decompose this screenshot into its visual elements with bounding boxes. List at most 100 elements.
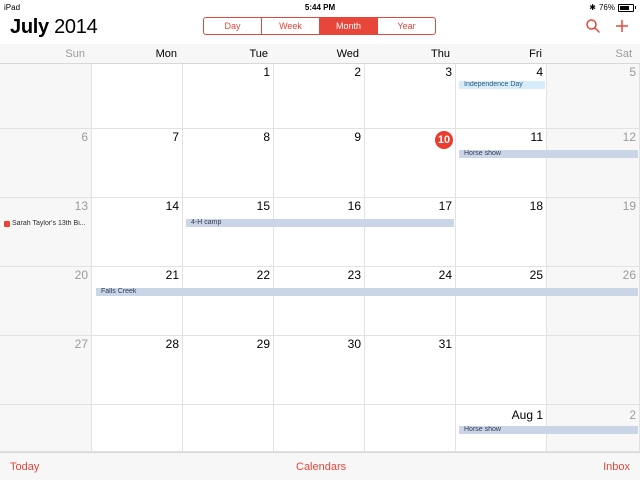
- battery-fill: [620, 5, 629, 10]
- day-number: 8: [263, 130, 270, 144]
- day-number: 2: [354, 65, 361, 79]
- calendars-button[interactable]: Calendars: [296, 461, 346, 473]
- event-horse-show[interactable]: Horse show: [459, 426, 638, 434]
- day-cell[interactable]: 13: [0, 198, 92, 267]
- day-cell[interactable]: 15: [183, 198, 274, 267]
- day-cell[interactable]: 16: [274, 198, 365, 267]
- day-cell[interactable]: [92, 405, 183, 452]
- day-cell[interactable]: 5: [547, 64, 640, 129]
- day-cell[interactable]: 27: [0, 336, 92, 405]
- weekday-header: Sun Mon Tue Wed Thu Fri Sat: [0, 44, 640, 64]
- day-cell[interactable]: 22: [183, 267, 274, 336]
- day-cell[interactable]: 2: [274, 64, 365, 129]
- day-number: 17: [438, 199, 452, 213]
- battery-icon: [618, 3, 634, 12]
- day-cell[interactable]: 6: [0, 129, 92, 198]
- weekday-sun: Sun: [65, 48, 85, 60]
- status-right: ✱ 76%: [589, 3, 636, 12]
- day-number: Aug 1: [511, 408, 543, 422]
- day-cell[interactable]: 23: [274, 267, 365, 336]
- day-cell[interactable]: 20: [0, 267, 92, 336]
- month-view-tab[interactable]: Month: [319, 18, 377, 34]
- event-birthday[interactable]: Sarah Taylor's 13th Bi...: [4, 220, 92, 228]
- year-label: 2014: [54, 16, 98, 38]
- day-number: 22: [256, 268, 270, 282]
- day-cell-today[interactable]: 10: [365, 129, 456, 198]
- event-4h-camp[interactable]: 4-H camp: [186, 219, 454, 227]
- weekday-mon: Mon: [155, 48, 177, 60]
- day-cell[interactable]: [274, 405, 365, 452]
- day-cell[interactable]: 8: [183, 129, 274, 198]
- day-cell[interactable]: [456, 336, 547, 405]
- day-number: 1: [263, 65, 270, 79]
- day-number: 20: [74, 268, 88, 282]
- day-number: 29: [256, 337, 270, 351]
- day-cell[interactable]: 18: [456, 198, 547, 267]
- day-cell[interactable]: [183, 405, 274, 452]
- day-cell[interactable]: 12: [547, 129, 640, 198]
- day-number: 3: [445, 65, 452, 79]
- event-falls-creek[interactable]: Falls Creek: [96, 288, 638, 296]
- gift-icon: [4, 221, 10, 227]
- day-cell[interactable]: 7: [92, 129, 183, 198]
- day-number: 30: [347, 337, 361, 351]
- inbox-button[interactable]: Inbox: [603, 461, 630, 473]
- bluetooth-icon: ✱: [589, 3, 596, 12]
- day-cell[interactable]: 14: [92, 198, 183, 267]
- weekday-thu: Thu: [431, 48, 450, 60]
- day-number: 13: [74, 199, 88, 213]
- calendar-header: July 2014 Day Week Month Year: [0, 14, 640, 44]
- day-number: 28: [165, 337, 179, 351]
- day-number: 11: [530, 130, 543, 144]
- day-cell[interactable]: 26: [547, 267, 640, 336]
- day-number: 18: [529, 199, 543, 213]
- search-icon[interactable]: [585, 18, 601, 34]
- day-cell[interactable]: 19: [547, 198, 640, 267]
- bottom-toolbar: Today Calendars Inbox: [0, 452, 640, 480]
- weekday-wed: Wed: [336, 48, 359, 60]
- today-button[interactable]: Today: [10, 461, 39, 473]
- day-cell[interactable]: 1: [183, 64, 274, 129]
- day-number: 14: [165, 199, 179, 213]
- view-switcher: Day Week Month Year: [203, 17, 436, 35]
- day-cell[interactable]: 17: [365, 198, 456, 267]
- status-time: 5:44 PM: [304, 3, 336, 12]
- week-view-tab[interactable]: Week: [261, 18, 319, 34]
- day-number: 9: [354, 130, 361, 144]
- day-cell[interactable]: 24: [365, 267, 456, 336]
- day-cell[interactable]: 21: [92, 267, 183, 336]
- day-number: 27: [74, 337, 88, 351]
- day-cell[interactable]: 11: [456, 129, 547, 198]
- today-marker[interactable]: 10: [435, 131, 453, 149]
- day-cell[interactable]: 28: [92, 336, 183, 405]
- day-cell[interactable]: 9: [274, 129, 365, 198]
- day-cell[interactable]: [365, 405, 456, 452]
- day-cell[interactable]: [92, 64, 183, 129]
- day-number: 21: [165, 268, 179, 282]
- day-cell[interactable]: 25: [456, 267, 547, 336]
- day-number: 6: [81, 130, 88, 144]
- event-independence-day[interactable]: Independence Day: [459, 81, 545, 89]
- day-view-tab[interactable]: Day: [204, 18, 261, 34]
- year-view-tab[interactable]: Year: [377, 18, 435, 34]
- status-bar: iPad 5:44 PM ✱ 76%: [0, 0, 640, 14]
- day-number: 26: [622, 268, 636, 282]
- event-horse-show[interactable]: Horse show: [459, 150, 638, 158]
- day-number: 31: [438, 337, 452, 351]
- battery-percent: 76%: [598, 3, 615, 12]
- day-cell[interactable]: 30: [274, 336, 365, 405]
- day-number: 25: [529, 268, 543, 282]
- month-title: July 2014: [10, 16, 98, 39]
- day-cell[interactable]: 3: [365, 64, 456, 129]
- day-cell[interactable]: [547, 336, 640, 405]
- day-cell[interactable]: 31: [365, 336, 456, 405]
- day-number: 7: [172, 130, 179, 144]
- day-cell[interactable]: 4: [456, 64, 547, 129]
- battery-tip: [635, 6, 636, 9]
- day-cell[interactable]: [0, 64, 92, 129]
- day-cell[interactable]: [0, 405, 92, 452]
- add-event-icon[interactable]: [614, 18, 630, 34]
- weekday-tue: Tue: [249, 48, 268, 60]
- day-cell[interactable]: 29: [183, 336, 274, 405]
- day-number: 2: [629, 408, 636, 422]
